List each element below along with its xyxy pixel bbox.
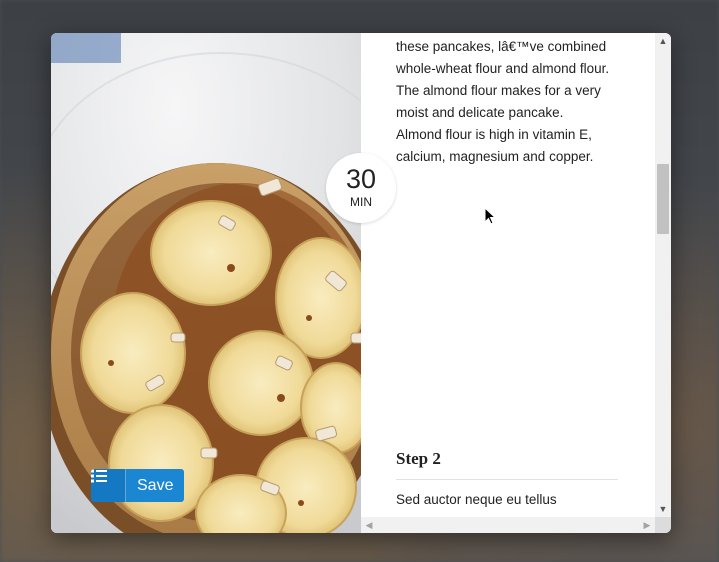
chevron-up-icon[interactable]: ▲	[655, 33, 671, 49]
intro-line: The almond flour makes for a very	[396, 83, 601, 98]
cook-time-unit: MIN	[350, 195, 372, 209]
horizontal-scrollbar[interactable]: ◀ ▶	[361, 517, 655, 533]
step-2-title: Step 2	[396, 449, 441, 468]
step-divider	[396, 479, 618, 480]
intro-line: these pancakes, lâ€™ve combined	[396, 39, 607, 54]
vertical-scrollbar[interactable]: ▲ ▼	[655, 33, 671, 517]
intro-line: calcium, magnesium and copper.	[396, 149, 594, 164]
intro-line: moist and delicate pancake.	[396, 105, 564, 120]
step-2-text: Sed auctor neque eu tellus	[396, 492, 557, 507]
cook-time-value: 30	[345, 164, 377, 194]
recipe-intro-paragraph: these pancakes, lâ€™ve combined whole-wh…	[396, 36, 628, 168]
save-button-group: Save	[91, 469, 185, 502]
recipe-content-pane[interactable]: these pancakes, lâ€™ve combined whole-wh…	[361, 33, 655, 517]
chevron-left-icon[interactable]: ◀	[361, 517, 377, 533]
intro-line: whole-wheat flour and almond flour.	[396, 61, 610, 76]
scrollbar-corner	[655, 517, 671, 533]
pancake-image	[51, 33, 361, 533]
recipe-modal: Save 30 MIN these pancakes, lâ€™ve combi…	[51, 33, 671, 533]
mouse-pointer-icon	[484, 207, 496, 225]
cook-time-badge: 30 MIN	[326, 153, 396, 223]
recipe-photo: Save	[51, 33, 361, 533]
chevron-right-icon[interactable]: ▶	[639, 517, 655, 533]
vertical-scrollbar-thumb[interactable]	[657, 164, 669, 234]
save-to-list-button[interactable]	[91, 469, 126, 502]
chevron-down-icon[interactable]: ▼	[655, 501, 671, 517]
list-icon	[91, 469, 107, 483]
intro-line: Almond flour is high in vitamin E,	[396, 127, 592, 142]
save-button[interactable]: Save	[126, 469, 185, 502]
